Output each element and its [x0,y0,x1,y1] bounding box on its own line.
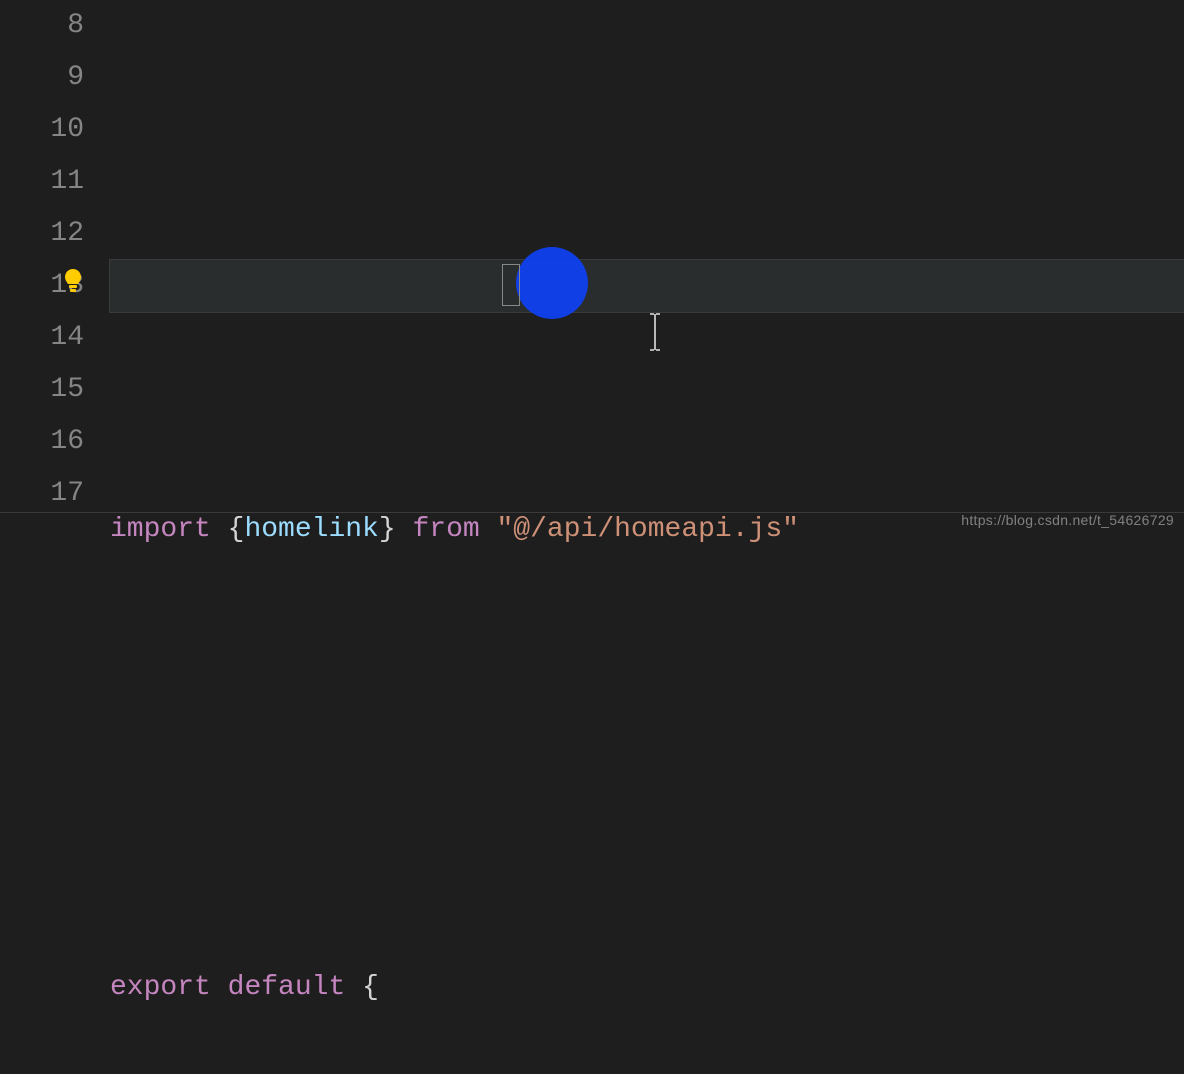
code-editor[interactable]: 8 9 10 11 12 13 14 15 16 17 import {home… [0,0,1184,537]
keyword-default: default [228,972,346,1003]
line-number: 10 [0,104,84,156]
space [480,514,497,545]
line-number: 9 [0,52,84,104]
code-line[interactable]: import {homelink} from "@/api/homeapi.js… [110,504,1184,556]
text-cursor-icon [548,262,560,302]
line-number: 16 [0,416,84,468]
bracket-match-highlight [502,264,520,306]
active-line-highlight [110,260,1184,312]
identifier: homelink [244,514,378,545]
keyword-from: from [412,514,479,545]
lightbulb-icon[interactable] [62,266,84,296]
space [345,972,362,1003]
line-number: 15 [0,364,84,416]
code-line[interactable]: export default { [110,962,1184,1014]
line-number: 12 [0,208,84,260]
line-number: 11 [0,156,84,208]
keyword-export: export [110,972,211,1003]
code-area[interactable]: import {homelink} from "@/api/homeapi.js… [110,0,1184,537]
string-literal: "@/api/homeapi.js" [497,514,799,545]
space [211,972,228,1003]
keyword-import: import [110,514,211,545]
brace: { [362,972,379,1003]
brace: } [379,514,413,545]
line-number: 8 [0,0,84,52]
line-number: 14 [0,312,84,364]
line-number-gutter: 8 9 10 11 12 13 14 15 16 17 [0,0,110,537]
code-line[interactable] [110,809,1184,861]
brace: { [211,514,245,545]
code-line[interactable] [110,657,1184,709]
